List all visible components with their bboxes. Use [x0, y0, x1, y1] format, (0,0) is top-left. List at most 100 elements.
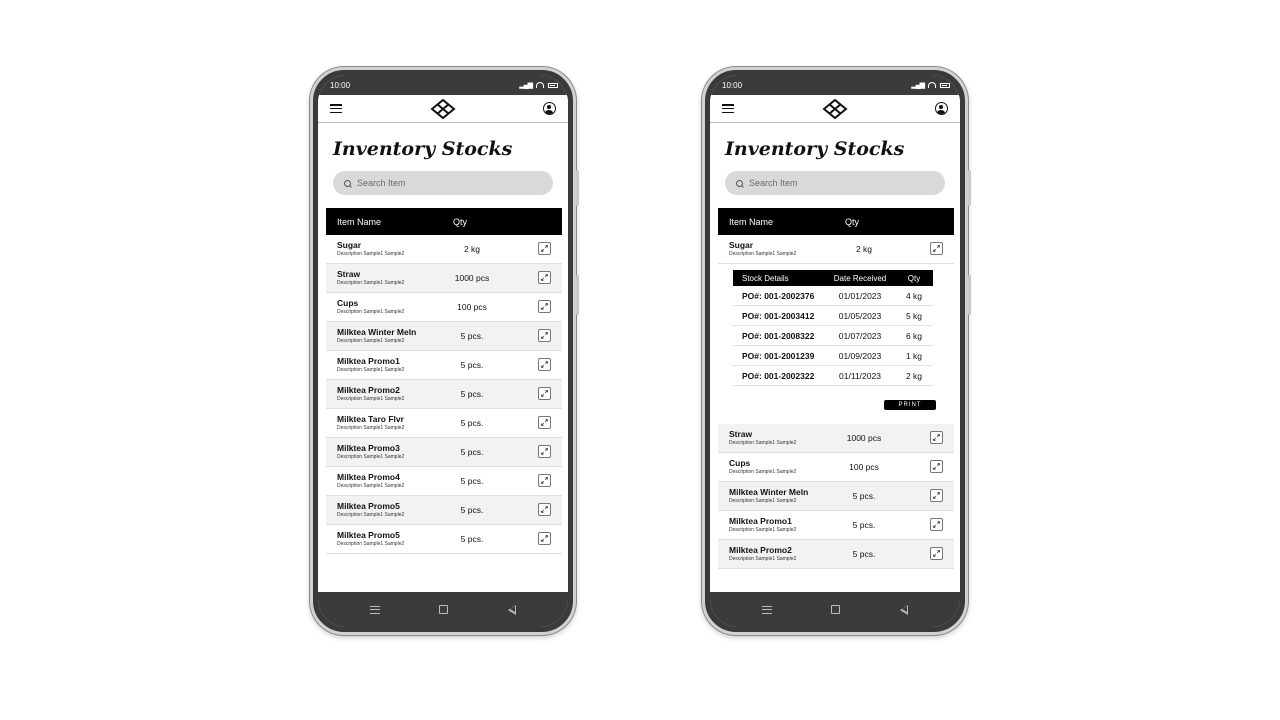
- page-title: Inventory Stocks: [333, 138, 513, 160]
- table-row[interactable]: Milktea Winter Meln Description Sample1 S…: [326, 322, 562, 351]
- table-row[interactable]: Milktea Promo4 Description Sample1 Sample…: [326, 467, 562, 496]
- date-received: 01/09/2023: [838, 350, 882, 361]
- item-cell: Cups Description Sample1 Sample2: [718, 459, 828, 475]
- item-cell: Milktea Promo5 Description Sample1 Sample…: [326, 502, 436, 518]
- search-bar[interactable]: [725, 171, 945, 195]
- item-name: Sugar: [729, 240, 754, 251]
- expand-icon[interactable]: [538, 474, 551, 487]
- item-qty: 5 pcs.: [460, 389, 484, 399]
- stock-qty: 4 kg: [905, 290, 923, 301]
- expand-icon[interactable]: [930, 518, 943, 531]
- stock-detail-row: PO#: 001-2001239 01/09/2023 1 kg: [733, 346, 933, 366]
- table-row[interactable]: Straw Description Sample1 Sample2 1000 pcs: [326, 264, 562, 293]
- item-qty: 1000 pcs: [846, 433, 882, 443]
- expand-icon[interactable]: [538, 329, 551, 342]
- status-icons: ▂▄▆: [911, 81, 950, 89]
- table-row[interactable]: Cups Description Sample1 Sample2 100 pcs: [326, 293, 562, 322]
- item-qty: 5 pcs.: [852, 491, 876, 501]
- po-number: PO#: 001-2001239: [742, 350, 815, 361]
- table-row[interactable]: Milktea Promo2 Description Sample1 Sample…: [718, 540, 954, 569]
- column-header-date-received: Date Received: [833, 273, 887, 283]
- expand-icon[interactable]: [930, 460, 943, 473]
- item-name: Cups: [337, 298, 359, 309]
- signal-icon: ▂▄▆: [911, 82, 925, 89]
- expand-icon[interactable]: [930, 431, 943, 444]
- table-row[interactable]: Milktea Promo2 Description Sample1 Sample…: [326, 380, 562, 409]
- expand-icon[interactable]: [538, 416, 551, 429]
- item-name: Cups: [729, 458, 751, 469]
- column-header-item-name: Item Name: [729, 216, 774, 227]
- item-cell: Milktea Promo2 Description Sample1 Sample…: [326, 386, 436, 402]
- expand-icon[interactable]: [538, 358, 551, 371]
- user-profile-icon[interactable]: [543, 102, 556, 115]
- item-cell: Sugar Description Sample1 Sample2: [718, 241, 828, 257]
- item-qty: 2 kg: [855, 244, 873, 254]
- recent-apps-icon[interactable]: [761, 605, 772, 614]
- menu-icon[interactable]: [330, 104, 342, 113]
- print-button[interactable]: PRINT: [884, 400, 936, 410]
- status-icons: ▂▄▆: [519, 81, 558, 89]
- date-received: 01/07/2023: [838, 330, 882, 341]
- expand-icon[interactable]: [538, 271, 551, 284]
- table-row[interactable]: Milktea Promo3 Description Sample1 Sample…: [326, 438, 562, 467]
- item-qty: 2 kg: [463, 244, 481, 254]
- item-description: Description Sample1 Sample2: [729, 250, 797, 257]
- home-icon[interactable]: [439, 605, 449, 614]
- table-row[interactable]: Sugar Description Sample1 Sample2 2 kg: [326, 235, 562, 264]
- item-cell: Straw Description Sample1 Sample2: [718, 430, 828, 446]
- item-description: Description Sample1 Sample2: [729, 526, 797, 533]
- battery-icon: [940, 82, 950, 88]
- table-row[interactable]: Milktea Promo1 Description Sample1 Sample…: [718, 511, 954, 540]
- item-qty: 5 pcs.: [460, 476, 484, 486]
- item-name: Milktea Promo1: [729, 516, 792, 527]
- table-row[interactable]: Straw Description Sample1 Sample2 1000 pcs: [718, 424, 954, 453]
- logo-icon: [429, 98, 456, 119]
- table-row[interactable]: Milktea Taro Flvr Description Sample1 Sam…: [326, 409, 562, 438]
- po-number: PO#: 001-2002376: [742, 290, 815, 301]
- expand-icon[interactable]: [930, 489, 943, 502]
- item-cell: Milktea Promo2 Description Sample1 Sample…: [718, 546, 828, 562]
- back-icon[interactable]: [508, 604, 517, 615]
- table-row[interactable]: Milktea Promo5 Description Sample1 Sample…: [326, 525, 562, 554]
- expand-icon[interactable]: [538, 300, 551, 313]
- table-row[interactable]: Cups Description Sample1 Sample2 100 pcs: [718, 453, 954, 482]
- user-profile-icon[interactable]: [935, 102, 948, 115]
- expand-icon[interactable]: [538, 387, 551, 400]
- home-icon[interactable]: [831, 605, 841, 614]
- stock-detail-row: PO#: 001-2002376 01/01/2023 4 kg: [733, 286, 933, 306]
- table-row[interactable]: Milktea Winter Meln Description Sample1 S…: [718, 482, 954, 511]
- expand-icon[interactable]: [538, 242, 551, 255]
- search-input[interactable]: [749, 178, 899, 188]
- search-bar[interactable]: [333, 171, 553, 195]
- recent-apps-icon[interactable]: [369, 605, 380, 614]
- item-description: Description Sample1 Sample2: [337, 395, 405, 402]
- expand-icon[interactable]: [930, 547, 943, 560]
- table-row[interactable]: Milktea Promo5 Description Sample1 Sample…: [326, 496, 562, 525]
- item-name: Milktea Promo1: [337, 356, 400, 367]
- item-name: Milktea Promo3: [337, 443, 400, 454]
- item-description: Description Sample1 Sample2: [337, 337, 405, 344]
- date-received: 01/11/2023: [839, 370, 881, 381]
- table-row-expanded[interactable]: Sugar Description Sample1 Sample2 2 kg: [718, 235, 954, 264]
- page-title: Inventory Stocks: [725, 138, 905, 160]
- collapse-icon[interactable]: [930, 242, 943, 255]
- table-header: Item Name Qty: [718, 208, 954, 235]
- item-cell: Milktea Promo3 Description Sample1 Sample…: [326, 444, 436, 460]
- logo-icon: [821, 98, 848, 119]
- phone-side-button: [576, 275, 579, 315]
- menu-icon[interactable]: [722, 104, 734, 113]
- item-name: Straw: [729, 429, 753, 440]
- item-description: Description Sample1 Sample2: [729, 497, 797, 504]
- stock-detail-row: PO#: 001-2008322 01/07/2023 6 kg: [733, 326, 933, 346]
- search-input[interactable]: [357, 178, 507, 188]
- expand-icon[interactable]: [538, 445, 551, 458]
- expand-icon[interactable]: [538, 503, 551, 516]
- stock-qty: 2 kg: [905, 370, 923, 381]
- expand-icon[interactable]: [538, 532, 551, 545]
- back-icon[interactable]: [900, 604, 909, 615]
- item-qty: 5 pcs.: [460, 418, 484, 428]
- stock-details-header: Stock Details Date Received Qty: [733, 270, 933, 286]
- table-row[interactable]: Milktea Promo1 Description Sample1 Sample…: [326, 351, 562, 380]
- item-cell: Milktea Promo1 Description Sample1 Sample…: [326, 357, 436, 373]
- status-bar: 10:00 ▂▄▆: [710, 75, 960, 95]
